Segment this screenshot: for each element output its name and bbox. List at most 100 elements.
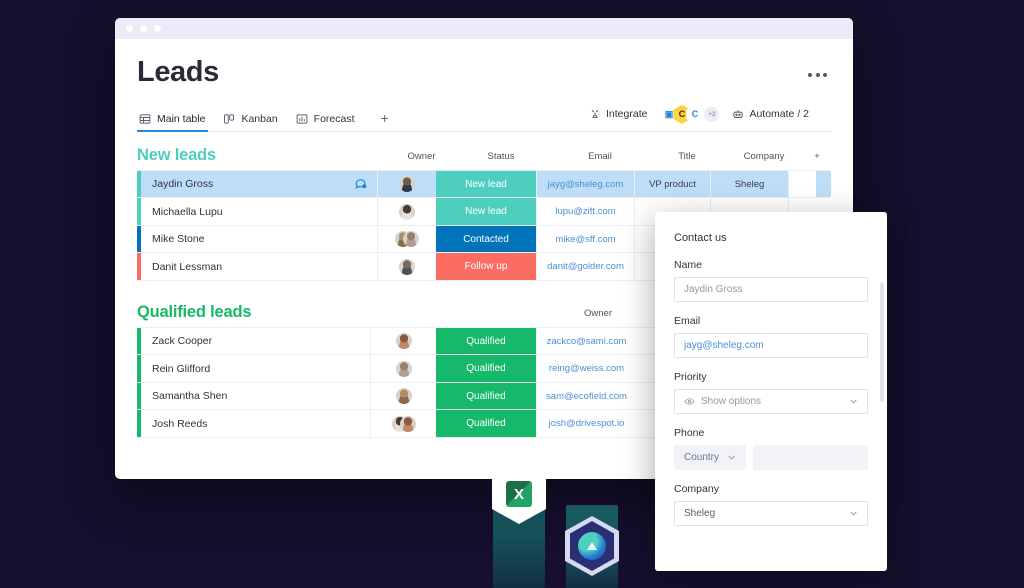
cell-owner[interactable] — [377, 253, 436, 280]
name-input[interactable]: Jaydin Gross — [674, 277, 868, 302]
column-header-title[interactable]: Title — [649, 151, 725, 165]
cell-name[interactable]: Rein Glifford — [141, 355, 370, 382]
column-header-owner[interactable]: Owner — [565, 308, 631, 322]
dot-icon — [808, 73, 812, 77]
tab-label: Forecast — [313, 112, 355, 125]
country-select[interactable]: Country — [674, 445, 746, 470]
phone-input[interactable] — [753, 445, 868, 470]
tab-main-table[interactable]: Main table — [137, 112, 221, 132]
column-header-status[interactable]: Status — [451, 151, 551, 165]
avatar-group — [391, 415, 416, 432]
cell-status[interactable]: New lead — [436, 198, 536, 225]
tab-kanban[interactable]: Kanban — [221, 113, 293, 131]
group-title: Qualified leads — [137, 302, 252, 321]
cell-name[interactable]: Danit Lessman — [141, 253, 377, 280]
lead-name: Samantha Shen — [152, 390, 228, 403]
cell-email[interactable]: reing@weiss.com — [536, 355, 636, 382]
field-name: Name Jaydin Gross — [674, 259, 868, 302]
cell-company[interactable]: Sheleg — [710, 170, 788, 198]
contact-form-body: Contact us Name Jaydin Gross Email jayg@… — [655, 212, 887, 526]
cell-owner[interactable] — [370, 382, 436, 410]
contact-form-panel: Contact us Name Jaydin Gross Email jayg@… — [655, 212, 887, 571]
column-header-owner[interactable]: Owner — [392, 151, 451, 165]
cell-email[interactable]: sam@ecofield.com — [536, 382, 636, 410]
cell-name[interactable]: Zack Cooper — [141, 328, 370, 355]
more-options-button[interactable] — [804, 67, 831, 83]
cell-empty[interactable] — [788, 170, 816, 198]
cell-email[interactable]: zackco@sami.com — [536, 327, 636, 355]
cell-email[interactable]: jayg@sheleg.com — [536, 170, 634, 198]
cell-status[interactable]: Qualified — [436, 382, 536, 410]
tab-label: Kanban — [241, 112, 278, 125]
add-column-button[interactable]: + — [803, 151, 831, 165]
cell-status[interactable]: Qualified — [436, 410, 536, 437]
window-dot-maximize[interactable] — [154, 25, 161, 32]
cell-status[interactable]: New lead — [436, 170, 536, 198]
chevron-down-icon — [850, 399, 857, 404]
tab-forecast[interactable]: Forecast — [294, 113, 371, 131]
cell-owner[interactable] — [377, 198, 436, 225]
avatar-group — [395, 231, 419, 248]
automate-button[interactable]: Automate / 2 — [732, 108, 809, 120]
column-header-email[interactable]: Email — [551, 151, 649, 165]
screenshot-stage: Leads Main table Kanban Forecast + Integ… — [0, 0, 1024, 588]
app-overflow-badge[interactable]: +2 — [704, 106, 720, 122]
cell-name[interactable]: Michaella Lupu — [141, 198, 377, 225]
integration-apps[interactable]: ▣ C C +2 — [660, 104, 720, 124]
dot-icon — [815, 73, 820, 77]
cell-email[interactable]: lupu@zift.com — [536, 198, 634, 225]
chat-bubble-icon[interactable] — [354, 177, 368, 191]
cell-owner[interactable] — [377, 225, 436, 253]
name-label: Name — [674, 259, 703, 271]
page-title: Leads — [137, 56, 219, 88]
cell-owner[interactable] — [370, 410, 436, 437]
table-row[interactable]: Jaydin Gross New lead jayg@sheleg.com VP… — [137, 170, 831, 199]
company-label: Company — [674, 483, 719, 495]
cell-name[interactable]: Jaydin Gross — [141, 171, 377, 198]
cell-email[interactable]: mike@sff.com — [536, 225, 634, 253]
lead-name: Rein Glifford — [152, 362, 211, 375]
avatar — [399, 203, 415, 220]
field-priority: Priority Show options — [674, 371, 868, 414]
cell-email[interactable]: josh@drivespot.io — [536, 410, 636, 437]
avatar — [403, 231, 419, 248]
eye-icon — [684, 398, 695, 405]
cell-status[interactable]: Follow up — [436, 253, 536, 280]
cell-owner[interactable] — [377, 170, 436, 198]
panel-scrollbar[interactable] — [880, 282, 884, 402]
cell-name[interactable]: Mike Stone — [141, 226, 377, 253]
lead-name: Michaella Lupu — [152, 205, 223, 218]
robot-icon — [733, 110, 744, 119]
avatar — [395, 360, 412, 377]
cell-status[interactable]: Contacted — [436, 225, 536, 253]
tab-label: Main table — [157, 112, 206, 125]
integrate-label: Integrate — [606, 108, 648, 121]
add-tab-button[interactable]: + — [371, 111, 399, 131]
lead-name: Zack Cooper — [152, 335, 213, 348]
cell-name[interactable]: Samantha Shen — [141, 383, 370, 410]
window-dot-close[interactable] — [126, 25, 133, 32]
cell-owner[interactable] — [370, 327, 436, 355]
view-tabs: Main table Kanban Forecast + Integrate ▣… — [137, 104, 831, 132]
priority-value: Show options — [701, 396, 762, 407]
board-toolbar: Integrate ▣ C C +2 Automate / 2 — [589, 104, 809, 124]
app-badge-3-icon: C — [686, 104, 704, 124]
cell-owner[interactable] — [370, 355, 436, 382]
company-select[interactable]: Sheleg — [674, 501, 868, 526]
avatar — [395, 388, 412, 405]
email-input[interactable]: jayg@sheleg.com — [674, 333, 868, 358]
priority-label: Priority — [674, 371, 707, 383]
cell-title[interactable]: VP product — [634, 170, 710, 198]
column-header-company[interactable]: Company — [725, 151, 803, 165]
cloud-app-icon — [578, 532, 606, 560]
integrate-button[interactable]: Integrate — [589, 108, 647, 120]
priority-select[interactable]: Show options — [674, 389, 868, 414]
avatar — [399, 415, 416, 432]
cell-name[interactable]: Josh Reeds — [141, 410, 370, 437]
chevron-down-icon — [728, 455, 735, 460]
window-dot-minimize[interactable] — [140, 25, 147, 32]
cell-email[interactable]: danit@golder.com — [536, 253, 634, 280]
chevron-down-icon — [850, 511, 857, 516]
cell-status[interactable]: Qualified — [436, 355, 536, 382]
cell-status[interactable]: Qualified — [436, 327, 536, 355]
